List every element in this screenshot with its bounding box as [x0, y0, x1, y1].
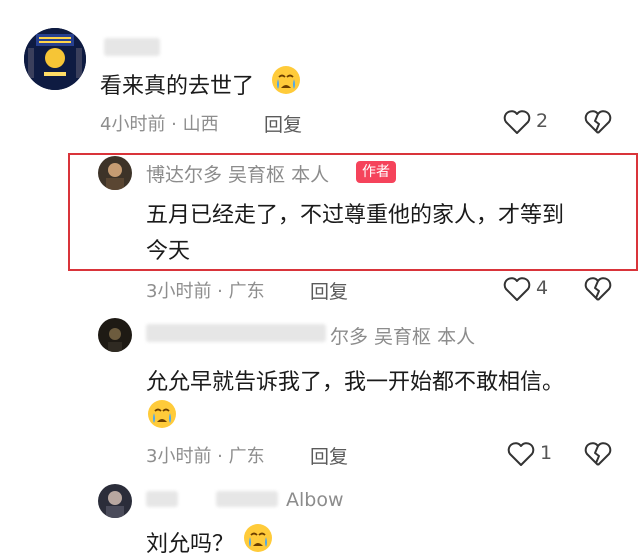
broken-heart-icon[interactable] — [584, 441, 612, 471]
avatar-image — [98, 156, 132, 190]
comment-text: 刘允吗？ — [146, 532, 235, 557]
avatar[interactable] — [98, 156, 132, 190]
avatar-image — [24, 28, 86, 90]
heart-outline-icon[interactable] — [503, 276, 531, 306]
avatar[interactable] — [98, 318, 132, 352]
comment-text: 看来真的去世了 — [100, 74, 255, 99]
crying-face-emoji — [242, 522, 274, 558]
reply-button[interactable]: 回复 — [264, 110, 302, 137]
comment-time-location: 3小时前 · 广东 — [146, 281, 265, 302]
reply-button[interactable]: 回复 — [310, 277, 348, 304]
author-name-blurred[interactable] — [146, 491, 178, 507]
avatar[interactable] — [98, 484, 132, 518]
crying-face-emoji — [270, 64, 302, 100]
author-name-suffix: Albow — [286, 489, 344, 511]
heart-outline-icon[interactable] — [507, 441, 535, 471]
author-name-blurred[interactable] — [216, 491, 278, 507]
comment-time-location: 4小时前 · 山西 — [100, 114, 219, 135]
comment-text: 允允早就告诉我了，我一开始都不敢相信。 — [146, 370, 565, 395]
author-name[interactable]: 博达尔多 吴育枢 本人 — [146, 160, 329, 187]
like-count: 2 — [536, 110, 549, 132]
avatar[interactable] — [24, 28, 86, 90]
like-count: 1 — [540, 442, 553, 464]
crying-face-emoji — [146, 398, 178, 434]
reply-button[interactable]: 回复 — [310, 442, 348, 469]
author-badge: 作者 — [356, 161, 396, 183]
comment-text-line1: 五月已经走了，不过尊重他的家人，才等到 — [146, 203, 565, 228]
heart-outline-icon[interactable] — [503, 109, 531, 139]
avatar-image — [98, 318, 132, 352]
avatar-image — [98, 484, 132, 518]
comment-time-location: 3小时前 · 广东 — [146, 446, 265, 467]
author-name-suffix: 尔多 吴育枢 本人 — [330, 326, 476, 348]
comment-text-line2: 今天 — [146, 239, 191, 264]
author-name-blurred[interactable] — [146, 324, 326, 342]
broken-heart-icon[interactable] — [584, 276, 612, 306]
broken-heart-icon[interactable] — [584, 109, 612, 139]
author-name-blurred[interactable] — [104, 38, 160, 56]
like-count: 4 — [536, 277, 549, 299]
